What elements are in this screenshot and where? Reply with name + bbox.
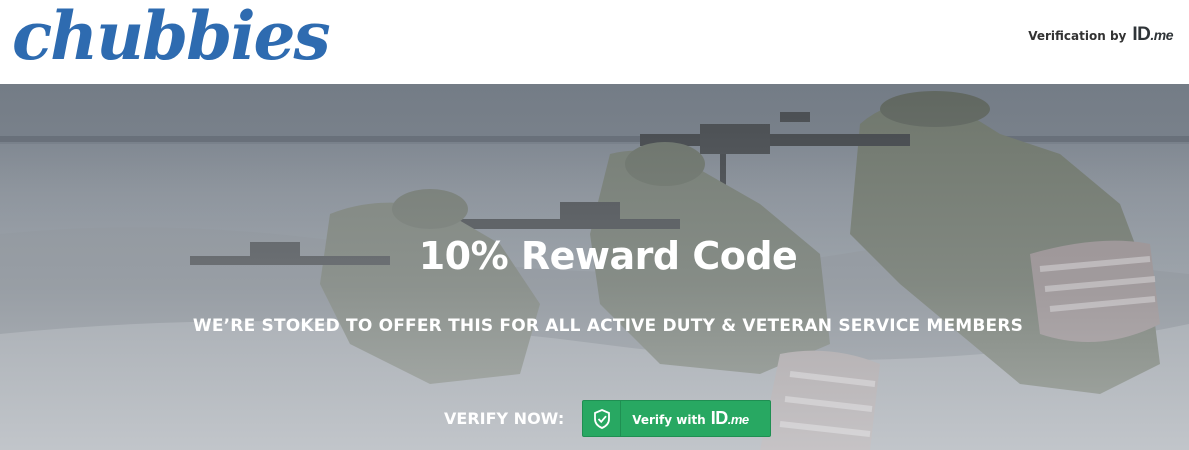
verify-now-label: VERIFY NOW:: [444, 409, 565, 428]
idme-button-logo-me: .me: [727, 412, 749, 427]
site-header: chubbies Verification by ID.me: [0, 0, 1189, 84]
idme-button-logo: ID.me: [711, 408, 749, 429]
idme-logo-id: ID: [1132, 24, 1151, 45]
verify-button-label: Verify with ID.me: [621, 408, 749, 429]
idme-logo-me: .me: [1150, 27, 1173, 43]
verify-with-idme-button[interactable]: Verify with ID.me: [582, 400, 772, 437]
verification-label: Verification by: [1028, 29, 1127, 43]
hero-subtitle: WE’RE STOKED TO OFFER THIS FOR ALL ACTIV…: [192, 316, 1024, 336]
verification-by-idme: Verification by ID.me: [1028, 24, 1173, 46]
verify-with-text: Verify with: [632, 413, 706, 427]
idme-button-logo-id: ID: [710, 408, 729, 428]
hero-banner: 10% Reward Code WE’RE STOKED TO OFFER TH…: [0, 84, 1189, 450]
idme-logo[interactable]: ID.me: [1132, 24, 1173, 46]
chubbies-logo[interactable]: chubbies: [12, 0, 331, 76]
shield-check-icon: [583, 401, 622, 436]
verify-row: VERIFY NOW: Verify with ID.me: [444, 400, 772, 437]
hero-title: 10% Reward Code: [418, 234, 798, 278]
